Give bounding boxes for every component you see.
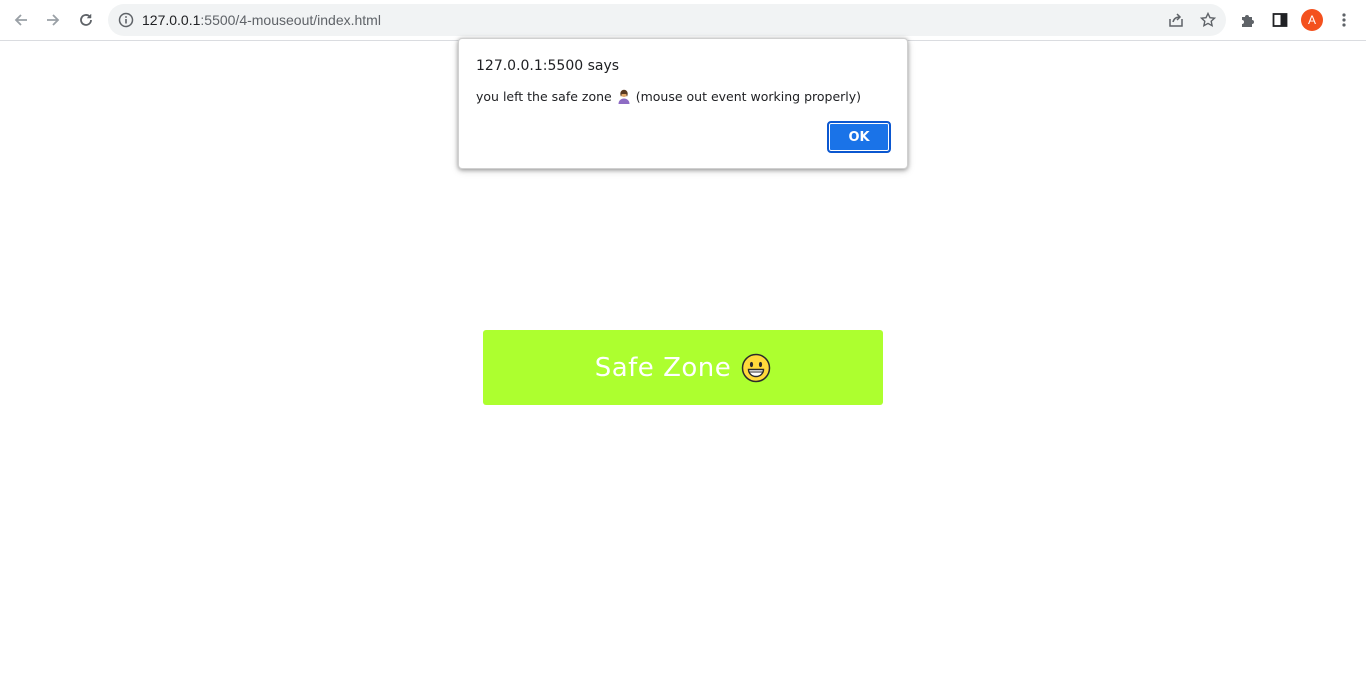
arrow-right-icon [47,14,60,26]
alert-title: 127.0.0.1:5500 says [476,58,620,74]
profile-avatar[interactable]: A [1301,9,1323,31]
alert-dialog: 127.0.0.1:5500 says you left the safe zo… [458,38,908,169]
alert-message-detail: (mouse out event working properly) [635,88,862,104]
share-icon[interactable] [1167,11,1185,29]
kebab-menu-icon [1342,13,1346,27]
forward-button[interactable] [38,5,68,35]
safe-zone[interactable]: Safe Zone [483,330,883,405]
menu-button[interactable] [1329,5,1359,35]
side-panel-icon [1272,13,1288,27]
reload-button[interactable] [71,5,101,35]
address-bar[interactable]: 127.0.0.1:5500/4-mouseout/index.html [108,4,1226,36]
url-host: 127.0.0.1 [142,12,201,28]
alert-message-text: you left the safe zone [476,88,612,104]
side-panel-button[interactable] [1265,5,1295,35]
info-icon[interactable] [117,11,135,29]
url-path: :5500/4-mouseout/index.html [200,12,381,28]
safe-zone-label: Safe Zone [594,352,732,383]
puzzle-icon [1242,15,1254,27]
back-button[interactable] [6,5,36,35]
browser-toolbar: 127.0.0.1:5500/4-mouseout/index.html A [0,0,1366,41]
reload-icon [80,14,92,26]
alert-message: you left the safe zone (mouse out event … [476,88,861,104]
arrow-left-icon [14,14,27,26]
extensions-button[interactable] [1233,5,1263,35]
ok-button[interactable]: OK [827,121,891,153]
grinning-face-icon [742,353,771,382]
url-text[interactable]: 127.0.0.1:5500/4-mouseout/index.html [142,12,381,28]
star-icon[interactable] [1199,11,1217,29]
person-icon [618,89,630,104]
